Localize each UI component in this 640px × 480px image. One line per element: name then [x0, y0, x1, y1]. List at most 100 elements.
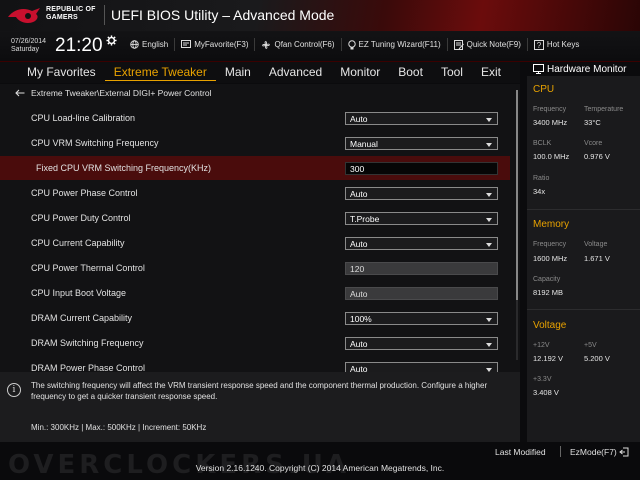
setting-row-cpu-power-thermal[interactable]: CPU Power Thermal Control 120	[0, 256, 510, 280]
gear-icon[interactable]	[106, 35, 117, 46]
header-bar: REPUBLIC OF GAMERS UEFI BIOS Utility – A…	[0, 0, 640, 62]
chevron-down-icon	[486, 192, 492, 197]
hwm-mem-voltage-label: Voltage	[584, 241, 608, 248]
version-text: Version 2.16.1240. Copyright (C) 2014 Am…	[195, 463, 445, 473]
toolbar-qfan[interactable]: Qfan Control(F6)	[254, 38, 340, 51]
setting-label: DRAM Switching Frequency	[31, 338, 144, 348]
hwm-bclk-label: BCLK	[533, 140, 552, 147]
setting-row-cpu-current-capability[interactable]: CPU Current Capability Auto	[0, 231, 510, 255]
setting-dropdown[interactable]: T.Probe	[345, 211, 498, 225]
hwm-ratio: 34x	[533, 187, 546, 196]
dropdown-value: Auto	[350, 113, 368, 124]
hwm-cpu-temperature-label: Temperature	[584, 106, 624, 113]
help-text: The switching frequency will affect the …	[31, 381, 488, 401]
hwm-12v-label: +12V	[533, 342, 550, 349]
setting-dropdown[interactable]: 100%	[345, 311, 498, 325]
hwm-cpu-temperature: 33°C	[584, 118, 601, 127]
scrollbar-thumb[interactable]	[516, 90, 518, 300]
setting-label: DRAM Power Phase Control	[31, 363, 146, 372]
setting-dropdown[interactable]: Auto	[345, 186, 498, 200]
date-text: 07/26/2014	[11, 38, 47, 45]
setting-row-fixed-cpu-vrm-frequency[interactable]: Fixed CPU VRM Switching Frequency(KHz) 3…	[0, 156, 510, 180]
settings-scrollbar[interactable]	[516, 90, 518, 360]
setting-readonly-value[interactable]: 120	[345, 261, 498, 275]
setting-label: CPU Current Capability	[31, 238, 125, 248]
hwm-mem-frequency: 1600 MHz	[533, 254, 568, 263]
setting-dropdown[interactable]: Auto	[345, 111, 498, 125]
rog-logo-icon	[8, 8, 40, 23]
setting-row-cpu-load-line[interactable]: CPU Load-line Calibration Auto	[0, 106, 510, 130]
breadcrumb-text: Extreme Tweaker\External DIGI+ Power Con…	[31, 88, 212, 98]
hwm-vcore-label: Vcore	[584, 140, 603, 147]
help-icon: ?	[533, 39, 544, 50]
hardware-monitor-title: Hardware Monitor	[527, 62, 640, 76]
setting-label: CPU VRM Switching Frequency	[31, 138, 159, 148]
last-modified-button[interactable]: Last Modified	[495, 447, 546, 457]
tab-my-favorites[interactable]: My Favorites	[0, 64, 105, 81]
toolbar-myfavorite[interactable]: MyFavorite(F3)	[174, 38, 254, 51]
footer-bar: OVERCLOCKERS.UA Last Modified EzMode(F7)…	[0, 442, 640, 480]
brand-text: REPUBLIC OF GAMERS	[46, 6, 96, 22]
tab-tool[interactable]: Tool	[432, 64, 472, 81]
toolbar-ez-tuning[interactable]: EZ Tuning Wizard(F11)	[340, 38, 447, 51]
tab-extreme-tweaker[interactable]: Extreme Tweaker	[104, 64, 216, 81]
setting-row-cpu-vrm-switching[interactable]: CPU VRM Switching Frequency Manual	[0, 131, 510, 155]
back-arrow-icon[interactable]	[15, 89, 25, 97]
date-display[interactable]: 07/26/2014 Saturday	[11, 38, 46, 54]
ezmode-button[interactable]: EzMode(F7)	[570, 447, 629, 457]
tab-boot[interactable]: Boot	[389, 64, 432, 81]
toolbar-hot-keys-label: Hot Keys	[546, 40, 580, 49]
hwm-33v-label: +3.3V	[533, 376, 552, 383]
hwm-ratio-label: Ratio	[533, 175, 550, 182]
setting-dropdown[interactable]: Manual	[345, 136, 498, 150]
svg-text:?: ?	[537, 41, 542, 50]
text-input-value: 300	[350, 163, 365, 174]
settings-panel: Extreme Tweaker\External DIGI+ Power Con…	[0, 84, 520, 372]
toolbar-qfan-label: Qfan Control(F6)	[274, 40, 335, 49]
setting-label: Fixed CPU VRM Switching Frequency(KHz)	[36, 163, 212, 173]
tab-main[interactable]: Main	[216, 64, 260, 81]
bulb-icon	[347, 39, 356, 49]
setting-row-cpu-input-boot-voltage[interactable]: CPU Input Boot Voltage Auto	[0, 281, 510, 305]
hwm-divider	[527, 209, 640, 210]
toolbar-quick-note[interactable]: Quick Note(F9)	[446, 38, 527, 51]
hwm-cpu-frequency: 3400 MHz	[533, 118, 568, 127]
setting-row-dram-power-phase[interactable]: DRAM Power Phase Control Auto	[0, 356, 510, 372]
tab-monitor[interactable]: Monitor	[331, 64, 389, 81]
setting-readonly-value[interactable]: Auto	[345, 286, 498, 300]
toolbar-language-label: English	[142, 40, 169, 49]
dropdown-value: Auto	[350, 363, 368, 373]
hwm-mem-frequency-label: Frequency	[533, 241, 567, 248]
chevron-down-icon	[486, 217, 492, 222]
toolbar-hot-keys[interactable]: ? Hot Keys	[526, 38, 585, 51]
hwm-voltage-heading: Voltage	[533, 320, 567, 331]
chevron-down-icon	[486, 317, 492, 322]
chevron-down-icon	[486, 142, 492, 147]
favorite-icon	[181, 40, 192, 48]
setting-row-dram-switching-frequency[interactable]: DRAM Switching Frequency Auto	[0, 331, 510, 355]
setting-dropdown[interactable]: Auto	[345, 336, 498, 350]
setting-dropdown[interactable]: Auto	[345, 361, 498, 373]
tab-exit[interactable]: Exit	[472, 64, 510, 81]
setting-dropdown[interactable]: Auto	[345, 236, 498, 250]
hwm-capacity-label: Capacity	[533, 276, 561, 283]
hwm-cpu-frequency-label: Frequency	[533, 106, 567, 113]
setting-label: CPU Power Thermal Control	[31, 263, 145, 273]
setting-row-dram-current-capability[interactable]: DRAM Current Capability 100%	[0, 306, 510, 330]
breadcrumb[interactable]: Extreme Tweaker\External DIGI+ Power Con…	[15, 88, 212, 98]
setting-row-cpu-power-duty[interactable]: CPU Power Duty Control T.Probe	[0, 206, 510, 230]
setting-text-input[interactable]: 300	[345, 161, 498, 175]
header-divider	[104, 5, 105, 25]
toolbar-language[interactable]: English	[124, 38, 174, 51]
setting-label: CPU Load-line Calibration	[31, 113, 136, 123]
day-text: Saturday	[11, 46, 40, 53]
time-display[interactable]: 21:20	[55, 35, 103, 57]
help-range: Min.: 300KHz | Max.: 500KHz | Increment:…	[31, 423, 207, 432]
setting-row-cpu-power-phase[interactable]: CPU Power Phase Control Auto	[0, 181, 510, 205]
exit-arrow-icon	[618, 447, 629, 457]
toolbar-myfavorite-label: MyFavorite(F3)	[194, 40, 249, 49]
hwm-12v: 12.192 V	[533, 354, 564, 363]
hwm-5v: 5.200 V	[584, 354, 610, 363]
hardware-monitor-panel: CPU Frequency Temperature 3400 MHz 33°C …	[527, 76, 640, 442]
tab-advanced[interactable]: Advanced	[260, 64, 331, 81]
